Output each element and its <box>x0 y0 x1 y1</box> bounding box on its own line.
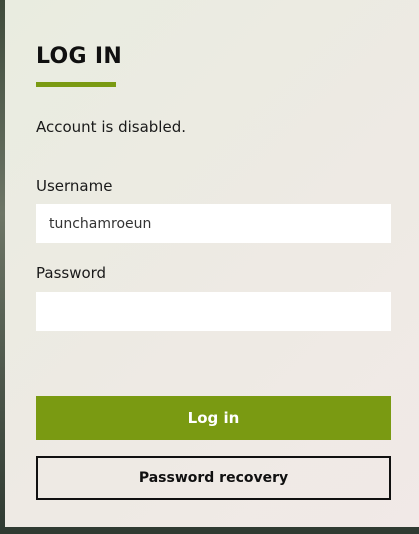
login-button[interactable]: Log in <box>36 396 391 440</box>
title-underline <box>36 82 116 87</box>
login-card: LOG IN Account is disabled. Username tun… <box>5 0 419 527</box>
password-input[interactable] <box>36 292 391 331</box>
status-message: Account is disabled. <box>36 118 186 136</box>
username-label: Username <box>36 177 113 195</box>
username-input[interactable]: tunchamroeun <box>36 204 391 243</box>
username-value: tunchamroeun <box>49 215 152 232</box>
password-recovery-button[interactable]: Password recovery <box>36 456 391 500</box>
page-title: LOG IN <box>36 44 123 69</box>
password-label: Password <box>36 264 107 282</box>
